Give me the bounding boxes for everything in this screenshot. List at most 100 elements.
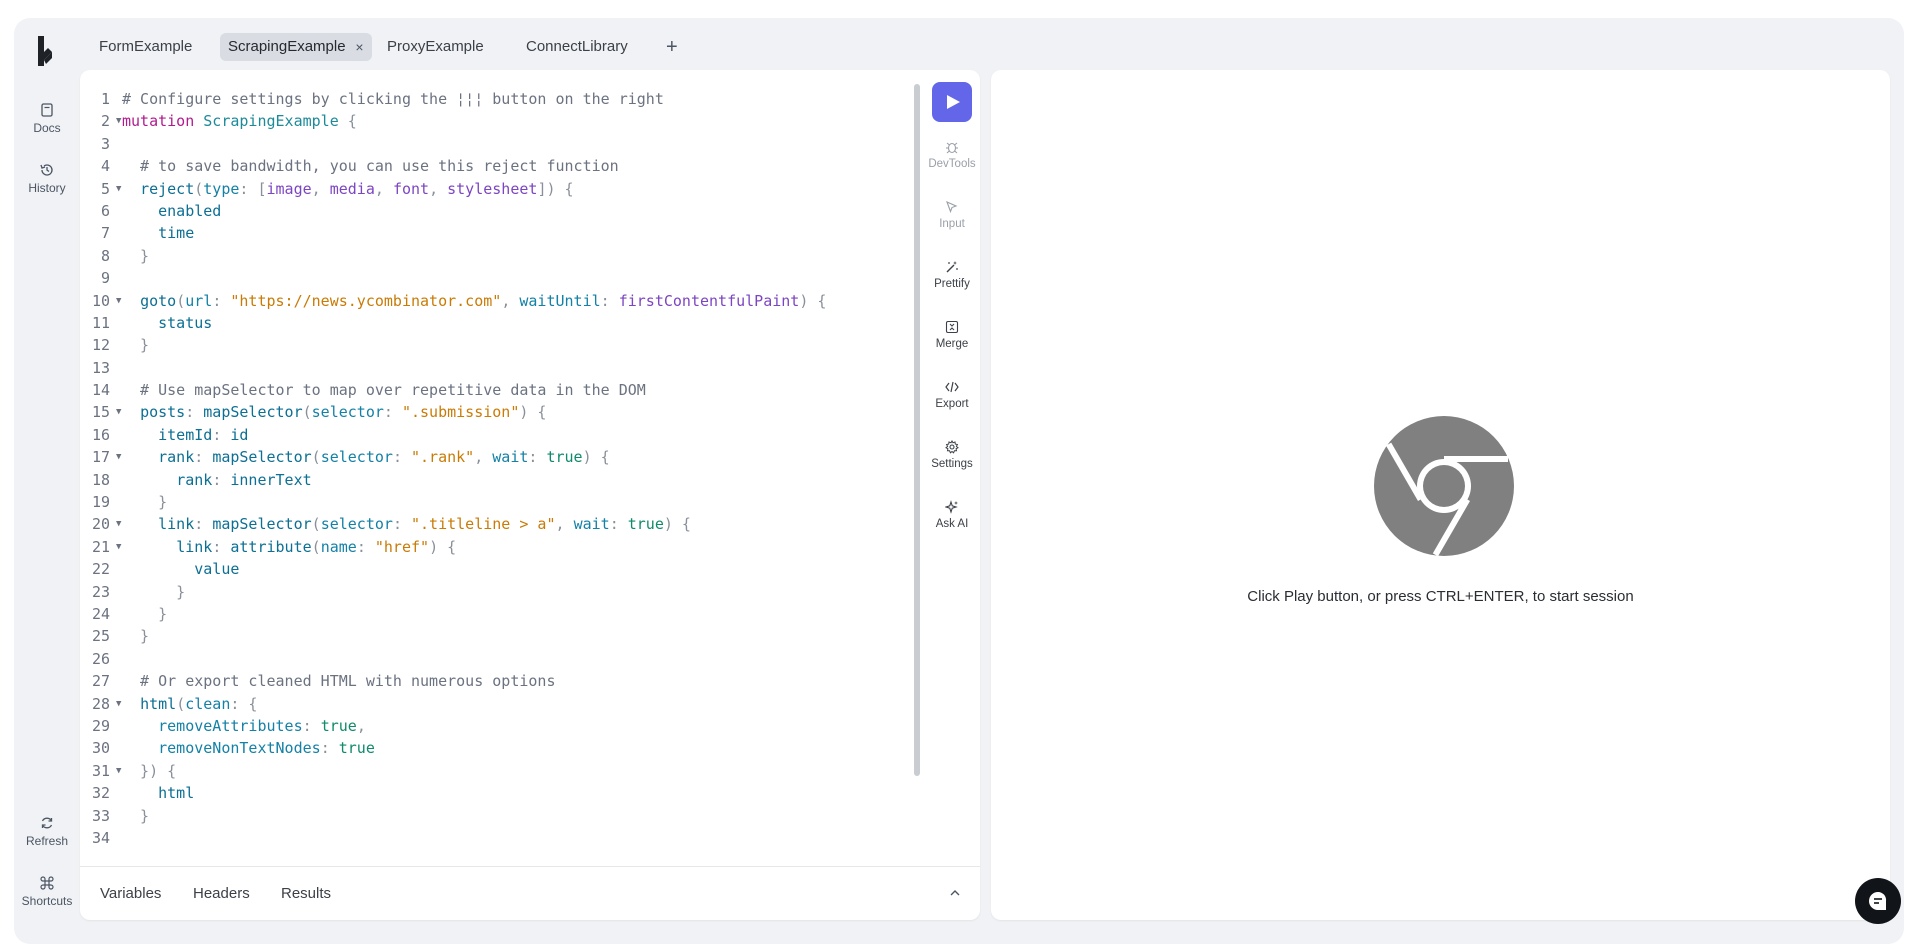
support-chat-button[interactable] [1855,878,1901,924]
play-button[interactable] [932,82,972,122]
devtools-button[interactable]: DevTools [920,140,984,170]
tab-headers[interactable]: Headers [193,885,250,902]
code-line[interactable]: 10 ▼ goto(url: "https://news.ycombinator.… [80,290,880,312]
add-tab-button[interactable]: + [666,33,678,61]
close-tab-icon[interactable]: × [355,33,363,61]
settings-button[interactable]: Settings [920,440,984,470]
code-line[interactable]: 14 # Use mapSelector to map over repetit… [80,379,880,401]
code-line[interactable]: 31 ▼ }) { [80,760,880,782]
line-number: 22 [91,560,110,579]
fold-arrow-icon[interactable]: ▼ [116,401,121,423]
fold-arrow-icon[interactable]: ▼ [116,536,121,558]
browserless-logo[interactable] [30,32,60,72]
code-line[interactable]: 32 html [80,782,880,804]
code-line[interactable]: 26 [80,648,880,670]
code-line[interactable]: 16 itemId: id [80,424,880,446]
ask-ai-button[interactable]: Ask AI [920,500,984,530]
fold-arrow-icon[interactable]: ▼ [116,760,121,782]
fold-arrow-icon[interactable]: ▼ [116,290,121,312]
code-editor[interactable]: 1 # Configure settings by clicking the ¦¦… [80,88,880,849]
gear-icon [945,440,959,454]
code-line[interactable]: 8 } [80,245,880,267]
app-shell: Docs History Refresh Shortcuts FormExamp… [14,18,1904,944]
code-line[interactable]: 4 # to save bandwidth, you can use this … [80,155,880,177]
prettify-label: Prettify [934,278,970,290]
code-line[interactable]: 13 [80,357,880,379]
fold-arrow-icon[interactable]: ▼ [116,513,121,535]
merge-button[interactable]: Merge [920,320,984,350]
prettify-button[interactable]: Prettify [920,260,984,290]
command-key-icon [40,876,54,890]
chat-icon [1868,891,1887,910]
code-line[interactable]: 30 removeNonTextNodes: true [80,737,880,759]
editor-scrollbar[interactable] [914,84,920,776]
code-text: } [122,806,150,825]
code-line[interactable]: 12 } [80,334,880,356]
code-line[interactable]: 25 } [80,625,880,647]
code-text: } [122,582,186,601]
tab-variables[interactable]: Variables [100,885,161,902]
code-text: itemId: id [158,425,249,444]
code-line[interactable]: 24 } [80,603,880,625]
tab-results[interactable]: Results [281,885,331,902]
shortcuts-button[interactable]: Shortcuts [18,875,76,908]
line-number: 3 [100,134,110,153]
input-button[interactable]: Input [920,200,984,230]
fold-arrow-icon[interactable]: ▼ [116,110,121,132]
code-line[interactable]: 17 ▼ rank: mapSelector(selector: ".rank",… [80,446,880,468]
fold-arrow-icon[interactable]: ▼ [116,693,121,715]
export-label: Export [935,398,969,410]
line-number: 12 [91,336,110,355]
code-text: removeAttributes: true, [158,716,366,735]
line-number: 31 [91,761,110,780]
input-label: Input [939,218,965,230]
code-text: } [122,627,150,646]
tab-label: ConnectLibrary [526,38,628,55]
line-number: 10 [91,291,110,310]
merge-icon [945,320,959,334]
export-button[interactable]: Export [920,380,984,410]
line-number: 26 [91,649,110,668]
editor-bottom-bar: Variables Headers Results [80,866,980,920]
tab-connect-library[interactable]: ConnectLibrary [518,33,636,61]
code-line[interactable]: 22 value [80,558,880,580]
code-line[interactable]: 20 ▼ link: mapSelector(selector: ".titlel… [80,513,880,535]
code-line[interactable]: 19 } [80,491,880,513]
history-button[interactable]: History [18,162,76,195]
line-number: 15 [91,403,110,422]
code-line[interactable]: 6 enabled [80,200,880,222]
tab-form-example[interactable]: FormExample [91,33,200,61]
code-line[interactable]: 21 ▼ link: attribute(name: "href") { [80,536,880,558]
play-icon [947,95,960,109]
fold-arrow-icon[interactable]: ▼ [116,178,121,200]
code-text: goto(url: "https://news.ycombinator.com"… [140,291,827,310]
code-line[interactable]: 2 ▼ mutation ScrapingExample { [80,110,880,132]
code-line[interactable]: 9 [80,267,880,289]
code-line[interactable]: 28 ▼ html(clean: { [80,693,880,715]
chevron-up-icon[interactable] [948,886,962,900]
code-line[interactable]: 5 ▼ reject(type: [image, media, font, sty… [80,178,880,200]
line-number: 33 [91,806,110,825]
code-line[interactable]: 27 # Or export cleaned HTML with numerou… [80,670,880,692]
code-line[interactable]: 29 removeAttributes: true, [80,715,880,737]
code-text: # Use mapSelector to map over repetitive… [122,381,646,400]
code-line[interactable]: 34 [80,827,880,849]
tab-proxy-example[interactable]: ProxyExample [379,33,492,61]
line-number: 28 [91,694,110,713]
docs-button[interactable]: Docs [18,102,76,135]
merge-label: Merge [935,338,969,350]
code-line[interactable]: 1 # Configure settings by clicking the ¦¦… [80,88,880,110]
code-line[interactable]: 18 rank: innerText [80,469,880,491]
refresh-button[interactable]: Refresh [18,815,76,848]
code-text: time [158,224,195,243]
tab-scraping-example[interactable]: ScrapingExample × [220,33,372,61]
code-line[interactable]: 15 ▼ posts: mapSelector(selector: ".submi… [80,401,880,423]
fold-arrow-icon[interactable]: ▼ [116,446,121,468]
code-line[interactable]: 11 status [80,312,880,334]
code-line[interactable]: 33 } [80,805,880,827]
document-icon [41,103,53,117]
line-number: 24 [91,604,110,623]
code-line[interactable]: 3 [80,133,880,155]
code-line[interactable]: 23 } [80,581,880,603]
code-line[interactable]: 7 time [80,222,880,244]
